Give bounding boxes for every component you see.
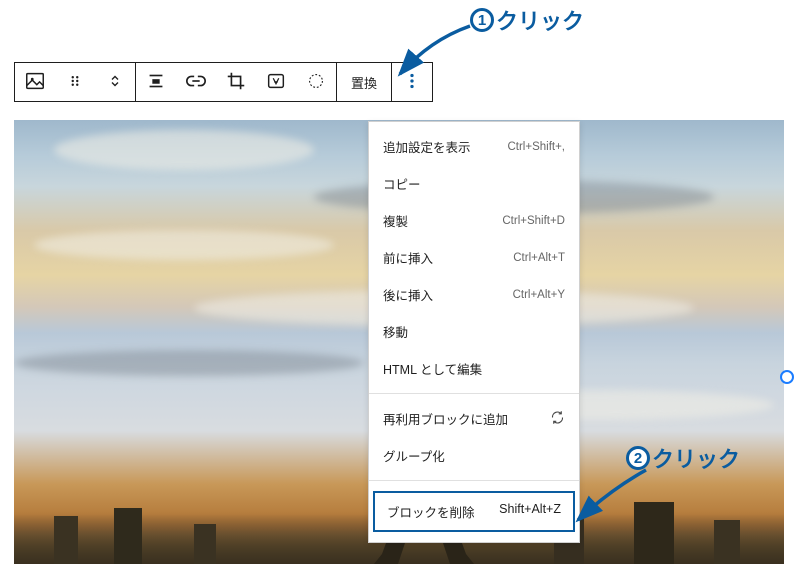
menu-item-insert-after[interactable]: 後に挿入 Ctrl+Alt+Y — [369, 276, 579, 313]
menu-item-add-reusable[interactable]: 再利用ブロックに追加 — [369, 400, 579, 437]
menu-item-shortcut: Ctrl+Shift+D — [502, 215, 565, 227]
link-icon — [185, 70, 207, 95]
menu-item-label: 前に挿入 — [383, 248, 433, 267]
chevron-updown-icon — [106, 72, 124, 93]
menu-item-duplicate[interactable]: 複製 Ctrl+Shift+D — [369, 202, 579, 239]
drag-handle-button[interactable] — [55, 63, 95, 101]
dropdown-section-3: ブロックを削除 Shift+Alt+Z — [369, 480, 579, 542]
text-overlay-button[interactable] — [256, 63, 296, 101]
link-button[interactable] — [176, 63, 216, 101]
annotation-1-text: クリック — [496, 4, 584, 36]
duotone-button[interactable] — [296, 63, 336, 101]
menu-item-move[interactable]: 移動 — [369, 313, 579, 350]
menu-item-insert-before[interactable]: 前に挿入 Ctrl+Alt+T — [369, 239, 579, 276]
text-overlay-icon — [265, 70, 287, 95]
menu-item-label: グループ化 — [383, 446, 445, 465]
menu-item-label: ブロックを削除 — [387, 502, 475, 521]
annotation-2-arrow — [570, 462, 660, 532]
menu-item-label: 複製 — [383, 211, 408, 230]
menu-item-shortcut: Ctrl+Alt+T — [513, 252, 565, 264]
menu-item-label: 後に挿入 — [383, 285, 433, 304]
refresh-icon — [550, 410, 565, 428]
image-icon — [24, 70, 46, 95]
menu-item-shortcut: Shift+Alt+Z — [499, 502, 561, 521]
toolbar-group-block — [14, 62, 136, 102]
menu-item-label: HTML として編集 — [383, 359, 482, 378]
menu-item-remove-block[interactable]: ブロックを削除 Shift+Alt+Z — [373, 491, 575, 532]
menu-item-show-more-settings[interactable]: 追加設定を表示 Ctrl+Shift+, — [369, 128, 579, 165]
menu-item-label: 移動 — [383, 322, 408, 341]
resize-handle-right[interactable] — [780, 370, 794, 384]
block-type-button[interactable] — [15, 63, 55, 101]
menu-item-edit-html[interactable]: HTML として編集 — [369, 350, 579, 387]
dropdown-section-1: 追加設定を表示 Ctrl+Shift+, コピー 複製 Ctrl+Shift+D… — [369, 122, 579, 393]
annotation-1-arrow — [390, 20, 480, 90]
menu-item-shortcut: Ctrl+Shift+, — [507, 141, 565, 153]
move-updown-button[interactable] — [95, 63, 135, 101]
toolbar-group-format — [135, 62, 337, 102]
menu-item-shortcut: Ctrl+Alt+Y — [513, 289, 565, 301]
block-toolbar: 置換 — [14, 62, 432, 102]
menu-item-group[interactable]: グループ化 — [369, 437, 579, 474]
annotation-1: 1 クリック — [470, 4, 584, 36]
drag-dots-icon — [66, 72, 84, 93]
crop-button[interactable] — [216, 63, 256, 101]
menu-item-label: 再利用ブロックに追加 — [383, 409, 508, 428]
menu-item-label: コピー — [383, 174, 421, 193]
menu-item-copy[interactable]: コピー — [369, 165, 579, 202]
crop-icon — [225, 70, 247, 95]
replace-button[interactable]: 置換 — [337, 63, 391, 101]
toolbar-group-replace: 置換 — [336, 62, 392, 102]
align-button[interactable] — [136, 63, 176, 101]
duotone-icon — [305, 70, 327, 95]
dropdown-section-2: 再利用ブロックに追加 グループ化 — [369, 393, 579, 480]
menu-item-label: 追加設定を表示 — [383, 137, 471, 156]
block-options-dropdown: 追加設定を表示 Ctrl+Shift+, コピー 複製 Ctrl+Shift+D… — [368, 121, 580, 543]
align-icon — [145, 70, 167, 95]
annotation-2-text: クリック — [652, 442, 740, 474]
